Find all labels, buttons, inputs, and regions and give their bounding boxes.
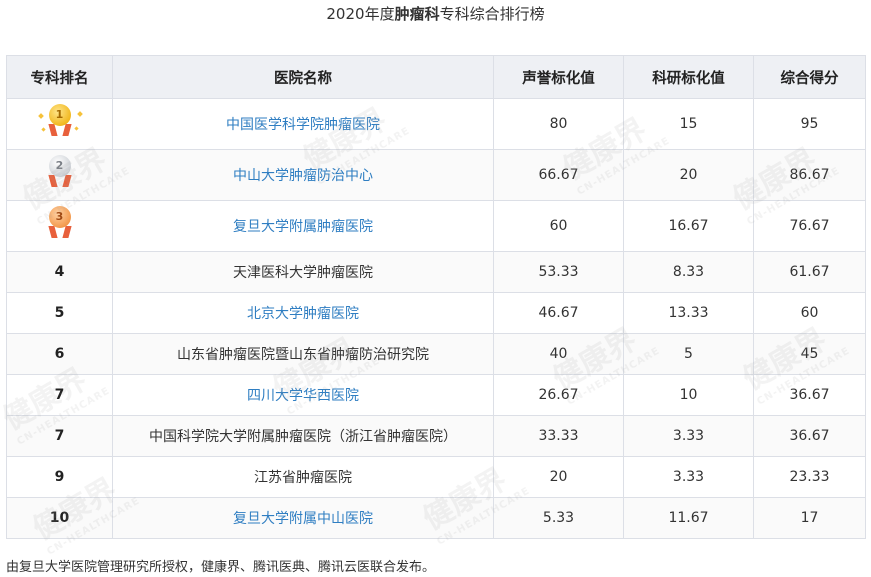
score-value: 60 xyxy=(753,292,866,334)
title-suffix: 专科综合排行榜 xyxy=(439,5,545,23)
rank-cell: 2 xyxy=(6,149,113,201)
score-value: 95 xyxy=(753,98,866,150)
score-value: 36.67 xyxy=(753,415,866,457)
research-value: 16.67 xyxy=(623,200,754,252)
hospital-name: 天津医科大学肿瘤医院 xyxy=(112,251,494,293)
research-value: 11.67 xyxy=(623,497,754,539)
table-row: 4 天津医科大学肿瘤医院 53.33 8.33 61.67 xyxy=(6,251,866,293)
rank-cell: 3 xyxy=(6,200,113,252)
reputation-value: 20 xyxy=(493,456,624,498)
hospital-name: 江苏省肿瘤医院 xyxy=(112,456,494,498)
table-row: 3 复旦大学附属肿瘤医院 60 16.67 76.67 xyxy=(6,200,866,252)
hospital-link[interactable]: 中国医学科学院肿瘤医院 xyxy=(112,98,494,150)
rank-cell: 10 xyxy=(6,497,113,539)
header-research: 科研标化值 xyxy=(623,55,754,99)
reputation-value: 26.67 xyxy=(493,374,624,416)
score-value: 23.33 xyxy=(753,456,866,498)
table-row: 7 中国科学院大学附属肿瘤医院（浙江省肿瘤医院） 33.33 3.33 36.6… xyxy=(6,415,866,457)
reputation-value: 40 xyxy=(493,333,624,375)
research-value: 3.33 xyxy=(623,415,754,457)
score-value: 61.67 xyxy=(753,251,866,293)
rank-cell: 1 xyxy=(6,98,113,150)
rank-cell: 6 xyxy=(6,333,113,375)
bronze-medal-icon: 3 xyxy=(37,204,83,244)
rank-cell: 9 xyxy=(6,456,113,498)
hospital-link[interactable]: 北京大学肿瘤医院 xyxy=(112,292,494,334)
silver-medal-icon: 2 xyxy=(37,153,83,193)
rank-cell: 5 xyxy=(6,292,113,334)
reputation-value: 46.67 xyxy=(493,292,624,334)
table-row: 9 江苏省肿瘤医院 20 3.33 23.33 xyxy=(6,456,866,498)
research-value: 10 xyxy=(623,374,754,416)
table-row: 6 山东省肿瘤医院暨山东省肿瘤防治研究院 40 5 45 xyxy=(6,333,866,375)
reputation-value: 5.33 xyxy=(493,497,624,539)
hospital-link[interactable]: 复旦大学附属中山医院 xyxy=(112,497,494,539)
table-row: 7 四川大学华西医院 26.67 10 36.67 xyxy=(6,374,866,416)
table-row: 1 中国医学科学院肿瘤医院 80 15 95 xyxy=(6,98,866,150)
medal-rank-number: 2 xyxy=(48,155,71,177)
hospital-link[interactable]: 复旦大学附属肿瘤医院 xyxy=(112,200,494,252)
medal-rank-number: 1 xyxy=(48,104,71,126)
hospital-name: 山东省肿瘤医院暨山东省肿瘤防治研究院 xyxy=(112,333,494,375)
reputation-value: 60 xyxy=(493,200,624,252)
ranking-table: 专科排名 医院名称 声誉标化值 科研标化值 综合得分 1 中国医学科学院肿瘤医院… xyxy=(6,55,866,539)
reputation-value: 80 xyxy=(493,98,624,150)
research-value: 15 xyxy=(623,98,754,150)
research-value: 3.33 xyxy=(623,456,754,498)
title-prefix: 2020年度 xyxy=(326,5,395,23)
reputation-value: 53.33 xyxy=(493,251,624,293)
research-value: 13.33 xyxy=(623,292,754,334)
hospital-name: 中国科学院大学附属肿瘤医院（浙江省肿瘤医院） xyxy=(112,415,494,457)
rank-cell: 7 xyxy=(6,374,113,416)
score-value: 86.67 xyxy=(753,149,866,201)
reputation-value: 66.67 xyxy=(493,149,624,201)
header-rank: 专科排名 xyxy=(6,55,113,99)
table-row: 5 北京大学肿瘤医院 46.67 13.33 60 xyxy=(6,292,866,334)
reputation-value: 33.33 xyxy=(493,415,624,457)
medal-rank-number: 3 xyxy=(48,206,71,228)
title-specialty: 肿瘤科 xyxy=(394,5,440,23)
table-row: 2 中山大学肿瘤防治中心 66.67 20 86.67 xyxy=(6,149,866,201)
research-value: 8.33 xyxy=(623,251,754,293)
header-reputation: 声誉标化值 xyxy=(493,55,624,99)
research-value: 20 xyxy=(623,149,754,201)
research-value: 5 xyxy=(623,333,754,375)
hospital-link[interactable]: 中山大学肿瘤防治中心 xyxy=(112,149,494,201)
score-value: 17 xyxy=(753,497,866,539)
score-value: 76.67 xyxy=(753,200,866,252)
hospital-link[interactable]: 四川大学华西医院 xyxy=(112,374,494,416)
rank-cell: 7 xyxy=(6,415,113,457)
table-header-row: 专科排名 医院名称 声誉标化值 科研标化值 综合得分 xyxy=(6,55,866,99)
score-value: 36.67 xyxy=(753,374,866,416)
rank-cell: 4 xyxy=(6,251,113,293)
source-note: 由复旦大学医院管理研究所授权，健康界、腾讯医典、腾讯云医联合发布。 xyxy=(6,560,436,575)
gold-medal-icon: 1 xyxy=(37,102,83,142)
page-title: 2020年度肿瘤科专科综合排行榜 xyxy=(0,0,871,28)
header-hospital: 医院名称 xyxy=(112,55,494,99)
header-score: 综合得分 xyxy=(753,55,866,99)
score-value: 45 xyxy=(753,333,866,375)
table-row: 10 复旦大学附属中山医院 5.33 11.67 17 xyxy=(6,497,866,539)
